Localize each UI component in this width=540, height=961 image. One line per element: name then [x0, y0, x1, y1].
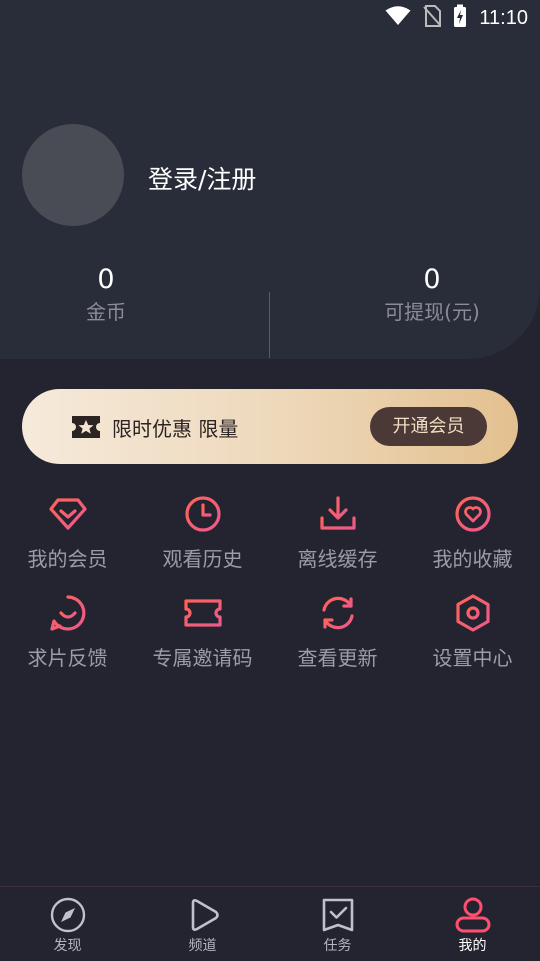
vip-promo-text: 限时优惠 限量 — [112, 417, 239, 441]
nav-label: 发现 — [53, 938, 82, 954]
ticket-icon — [183, 599, 222, 627]
menu-label: 我的会员 — [27, 547, 108, 571]
heart-icon — [454, 496, 491, 532]
wifi-icon — [385, 6, 411, 30]
stats-divider — [269, 292, 270, 358]
coins-label: 金币 — [86, 300, 126, 324]
refresh-icon — [321, 596, 354, 630]
menu-item-my-favorites[interactable]: 我的收藏 — [405, 494, 540, 572]
withdrawable-value: 0 — [423, 264, 441, 295]
menu-label: 专属邀请码 — [152, 646, 253, 670]
menu-label: 我的收藏 — [432, 547, 513, 571]
menu-item-offline-cache[interactable]: 离线缓存 — [270, 494, 405, 572]
menu-item-invite-code[interactable]: 专属邀请码 — [135, 593, 270, 671]
nav-label: 频道 — [188, 938, 217, 954]
login-register-link[interactable]: 登录/注册 — [148, 160, 256, 196]
vip-banner[interactable]: 限时优惠 限量 开通会员 — [22, 389, 518, 464]
battery-charging-icon — [453, 4, 467, 32]
download-icon — [319, 496, 356, 530]
clock-icon — [184, 496, 221, 532]
menu-item-request-feedback[interactable]: 求片反馈 — [0, 593, 135, 671]
open-vip-button[interactable]: 开通会员 — [370, 407, 487, 446]
withdrawable-stat[interactable]: 0 可提现(元) — [370, 262, 494, 326]
settings-icon — [455, 594, 490, 632]
feedback-chat-icon — [49, 595, 85, 631]
nav-tab-discover[interactable]: 发现 — [0, 887, 135, 955]
avatar[interactable] — [22, 124, 124, 226]
nav-tab-tasks[interactable]: 任务 — [270, 887, 405, 955]
menu-item-check-updates[interactable]: 查看更新 — [270, 593, 405, 671]
menu-item-settings[interactable]: 设置中心 — [405, 593, 540, 671]
coins-value: 0 — [97, 264, 115, 295]
withdrawable-label: 可提现(元) — [384, 300, 480, 324]
diamond-icon — [48, 498, 87, 530]
menu-item-watch-history[interactable]: 观看历史 — [135, 494, 270, 572]
nav-tab-mine[interactable]: 我的 — [405, 887, 540, 955]
nav-label: 我的 — [458, 938, 487, 954]
task-icon — [322, 898, 353, 932]
menu-item-my-vip[interactable]: 我的会员 — [0, 494, 135, 572]
menu-label: 求片反馈 — [27, 646, 108, 670]
menu-label: 设置中心 — [432, 646, 513, 670]
menu-label: 查看更新 — [297, 646, 378, 670]
bottom-nav: 发现 频道 任务 我的 — [0, 886, 540, 961]
status-bar: 11:10 — [0, 0, 540, 36]
nav-tab-channels[interactable]: 频道 — [135, 887, 270, 955]
coins-stat[interactable]: 0 金币 — [60, 262, 152, 326]
compass-icon — [50, 897, 85, 933]
nav-label: 任务 — [323, 938, 352, 954]
menu-label: 离线缓存 — [297, 547, 378, 571]
no-sim-icon — [423, 5, 442, 31]
play-icon — [191, 899, 219, 931]
status-time: 11:10 — [479, 6, 528, 29]
user-icon — [455, 897, 490, 933]
vip-ticket-star-icon — [70, 414, 102, 444]
menu-label: 观看历史 — [162, 547, 243, 571]
